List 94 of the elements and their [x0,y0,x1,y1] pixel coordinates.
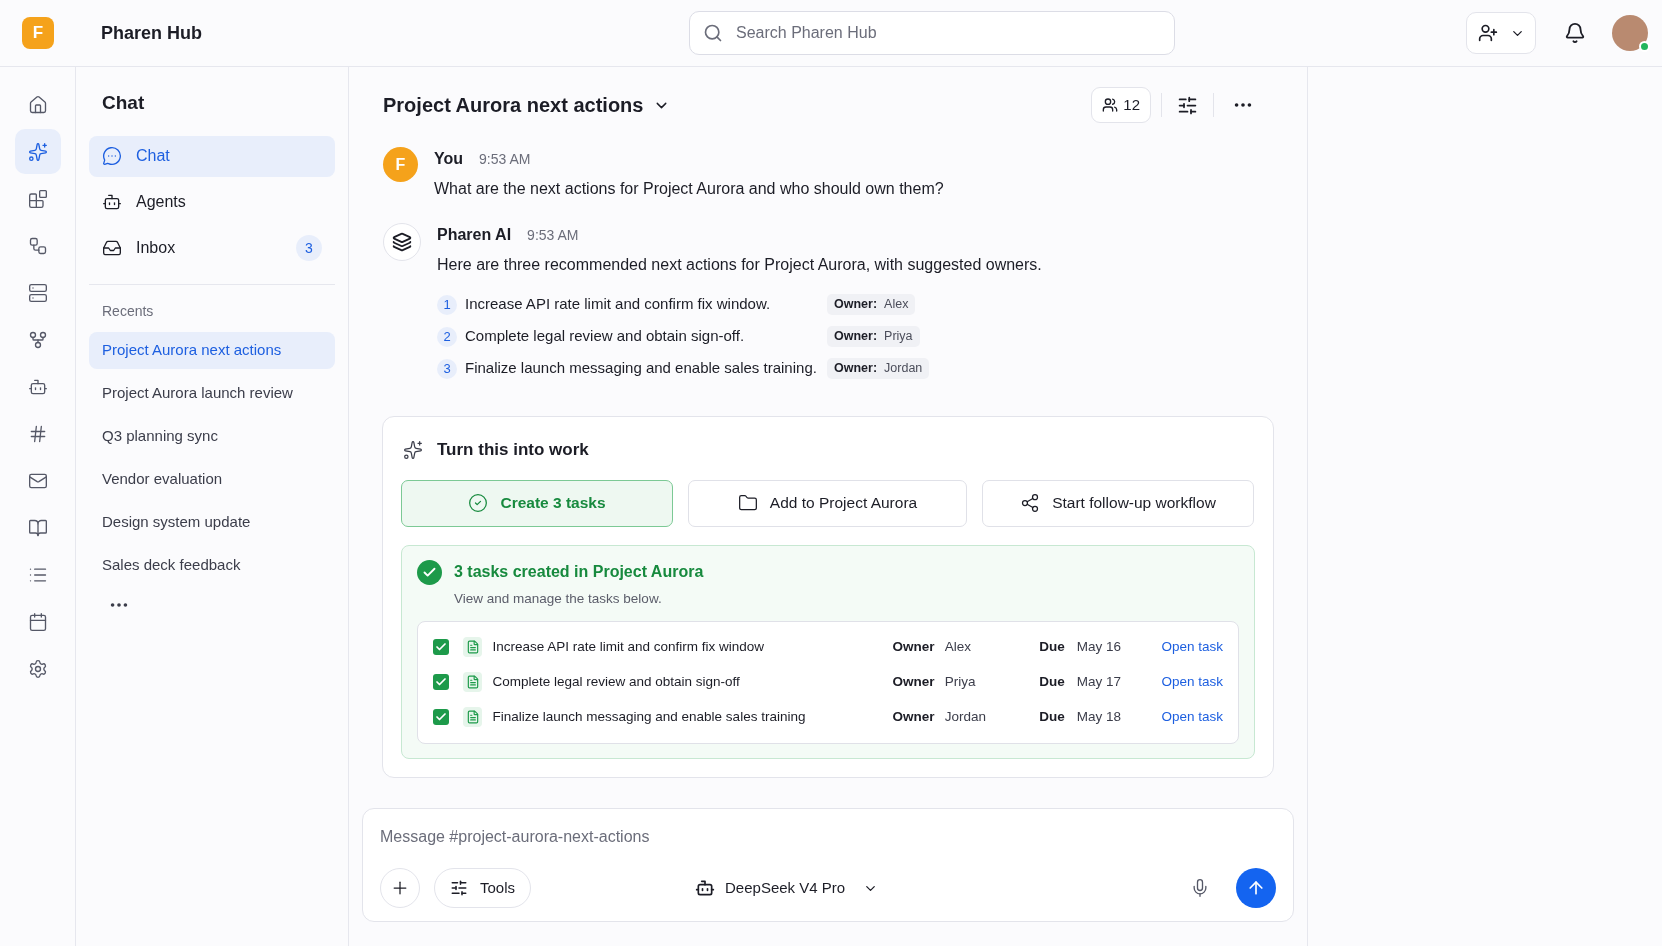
task-checkbox[interactable] [433,674,449,691]
message-input[interactable]: Message #project-aurora-next-actions [380,825,1276,849]
message-author: Pharen AI [437,225,512,245]
owner-name: Jordan [944,708,987,727]
step-number-badge: 3 [437,358,457,379]
task-text: Complete legal review and obtain sign-off [492,673,741,692]
message-time: 9:53 AM [479,150,531,169]
users-icon [1102,97,1119,113]
step-number-badge: 1 [437,294,457,315]
owner-label: Owner [892,673,936,692]
result-subtitle: View and manage the tasks below. [454,589,663,608]
user-avatar[interactable] [1612,15,1648,51]
notifications-icon[interactable] [1564,22,1586,44]
blocks-icon [27,188,48,209]
layers-logo-icon [392,232,412,252]
recent-chat-item[interactable]: Q3 planning sync [89,417,335,455]
task-file-icon [462,637,483,658]
settings-icon [27,658,48,679]
success-check-icon [417,559,442,585]
user-avatar: F [383,147,418,182]
task-file-icon [462,707,483,728]
result-title: 3 tasks created in Project Aurora [454,562,704,582]
recent-chat-item[interactable]: Vendor evaluation [89,460,335,498]
user-plus-icon [1477,23,1498,43]
message-time: 9:53 AM [527,226,579,245]
count-badge: 3 [296,235,322,261]
sidebar-title: Chat [101,91,146,115]
open-task-link[interactable]: Open task [1161,672,1223,693]
owner-label: Owner [892,708,936,727]
action-button[interactable]: Add to Project Aurora [688,479,967,527]
check-circle-icon [468,493,489,513]
sparkles-icon [27,141,48,162]
server-icon [27,282,48,303]
action-button[interactable]: Create 3 tasks [401,479,673,527]
chat-title: Project Aurora next actions [383,93,644,118]
action-button[interactable]: Start follow-up workflow [982,479,1254,527]
share-nodes-icon [1020,493,1041,513]
due-date: May 18 [1076,708,1122,727]
due-date: May 17 [1076,673,1122,692]
action-text: Finalize launch messaging and enable sales training. [465,358,818,379]
inbox-icon [102,238,122,258]
owner-name: Priya [944,673,977,692]
due-label: Due [1039,708,1066,727]
chat-bubble-icon [102,146,122,166]
sidebar-item[interactable]: Inbox 3 [89,227,335,269]
due-date: May 16 [1076,638,1122,657]
step-number-badge: 2 [437,326,457,347]
recent-chat-item[interactable]: Design system update [89,503,335,541]
task-text: Increase API rate limit and confirm fix window [492,638,766,657]
sparkles-icon [403,439,423,460]
book-icon [27,517,48,538]
action-text: Increase API rate limit and confirm fix window. [465,294,772,315]
members-button[interactable]: 12 [1091,87,1151,123]
message-text: What are the next actions for Project Aurora and who should own them? [434,179,944,199]
due-label: Due [1039,673,1066,692]
message-text: Here are three recommended next actions for Project Aurora, with suggested owners. [437,255,1042,275]
owner-tag: Owner: Alex [827,294,916,315]
invite-user-button[interactable] [1466,12,1536,54]
app-logo: F [22,17,54,49]
recent-chat-item[interactable]: Project Aurora next actions [89,331,335,369]
nav-rail-button[interactable] [14,129,61,174]
workflow-icon [27,235,48,256]
owner-label: Owner [892,638,936,657]
sidebar-item[interactable]: Agents [89,181,335,223]
bot-icon [102,192,122,212]
app-name: Pharen Hub [101,21,203,45]
nodes-icon [27,329,48,350]
search-icon [703,23,723,43]
due-label: Due [1039,638,1066,657]
action-text: Complete legal review and obtain sign-off. [465,326,746,347]
model-selector[interactable]: DeepSeek V4 Pro [695,876,879,900]
card-title: Turn this into work [437,439,589,461]
task-checkbox[interactable] [433,639,449,656]
model-logo-icon [695,878,716,898]
folder-icon [737,493,758,513]
task-file-icon [462,672,483,693]
owner-tag: Owner: Jordan [827,358,930,379]
open-task-link[interactable]: Open task [1161,637,1223,658]
recent-chat-item[interactable]: Sales deck feedback [89,546,335,584]
recents-label: Recents [101,301,155,321]
recent-chat-item[interactable]: Project Aurora launch review [89,374,335,412]
task-text: Finalize launch messaging and enable sales training [492,708,807,727]
search-field[interactable]: Search Pharen Hub [689,11,1175,55]
filter-sliders-icon[interactable] [1177,94,1198,116]
sidebar-item[interactable]: Chat [89,135,335,177]
task-checkbox[interactable] [433,709,449,726]
sliders-icon [450,879,468,897]
owner-name: Alex [944,638,972,657]
message-author: You [434,149,464,169]
calendar-icon [27,611,48,632]
owner-tag: Owner: Priya [827,326,920,347]
send-button[interactable] [1236,868,1276,908]
open-task-link[interactable]: Open task [1161,707,1223,728]
home-icon [27,94,48,115]
